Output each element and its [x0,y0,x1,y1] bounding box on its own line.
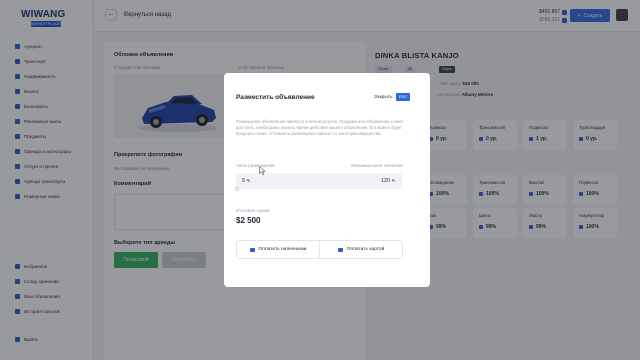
hours-label: Часы размещения [236,163,275,168]
pay-cash-button[interactable]: Оплатить наличными [237,241,319,258]
payment-options: Оплатить наличными Оплатить картой [236,240,403,259]
card-icon [337,247,343,252]
slider-min-value: 5 ч. [242,178,251,184]
total-label: Итоговая сумма [236,208,270,213]
modal-description: Размещение объявления является платной у… [236,119,404,136]
pay-card-button[interactable]: Оплатить картой [319,241,402,258]
slider-max-value: 120 ч. [380,178,396,184]
pay-cash-label: Оплатить наличными [258,247,307,252]
max-label: Максимальное значение [351,163,403,168]
slider-thumb[interactable] [235,187,239,191]
modal-title: Разместить объявление [236,94,315,101]
esc-badge[interactable]: ESC [396,93,410,101]
hours-slider[interactable]: 5 ч. 120 ч. [235,173,402,191]
publish-modal: Разместить объявление Закрыть ESC Размещ… [224,73,430,287]
cash-icon [249,247,255,252]
close-button[interactable]: Закрыть [374,95,392,100]
mouse-cursor-icon [259,166,266,175]
pay-card-label: Оплатить картой [346,247,385,252]
total-value: $2 500 [236,216,261,225]
